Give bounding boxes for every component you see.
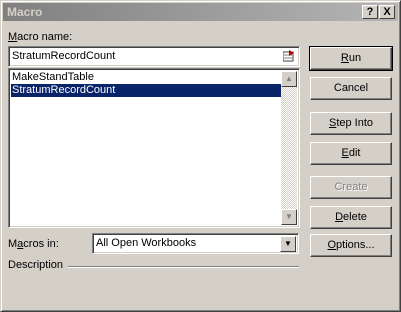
macro-list[interactable]: MakeStandTable StratumRecordCount ▲ ▼ [8,68,300,228]
macros-in-select[interactable]: All Open Workbooks ▼ [92,233,299,254]
options-button[interactable]: Options... [310,234,392,257]
description-label: Description [8,259,64,271]
delete-button[interactable]: Delete [310,206,392,229]
window-title: Macro [7,5,43,19]
macro-name-value: StratumRecordCount [12,50,116,62]
create-button[interactable]: Create [310,176,392,199]
scroll-down-button[interactable]: ▼ [281,209,297,225]
close-button[interactable]: X [379,5,395,19]
list-scrollbar[interactable]: ▲ ▼ [281,71,297,225]
run-button[interactable]: Run [309,46,393,71]
macros-in-label: Macros in: [8,238,59,250]
collapse-dialog-icon[interactable] [282,50,295,62]
cancel-button[interactable]: Cancel [310,77,392,100]
close-icon: X [383,6,391,18]
help-button[interactable]: ? [362,5,378,19]
step-into-button[interactable]: Step Into [310,112,392,135]
title-bar[interactable]: Macro ? X [3,3,398,21]
macro-name-input[interactable]: StratumRecordCount [8,46,300,67]
scroll-up-button[interactable]: ▲ [281,71,297,87]
chevron-down-icon: ▼ [284,239,292,248]
edit-button[interactable]: Edit [310,142,392,165]
list-item-makestandtable[interactable]: MakeStandTable [11,71,283,84]
macros-in-dropdown-button[interactable]: ▼ [280,236,296,252]
macros-in-value: All Open Workbooks [96,237,197,249]
scroll-down-icon: ▼ [285,212,293,221]
list-item-stratumrecordcount[interactable]: StratumRecordCount [11,84,283,97]
macro-name-label: Macro name: [8,31,73,43]
scroll-up-icon: ▲ [285,74,293,83]
description-divider [68,266,299,268]
macro-dialog: Macro ? X Macro name: StratumRecordCount… [0,0,401,312]
